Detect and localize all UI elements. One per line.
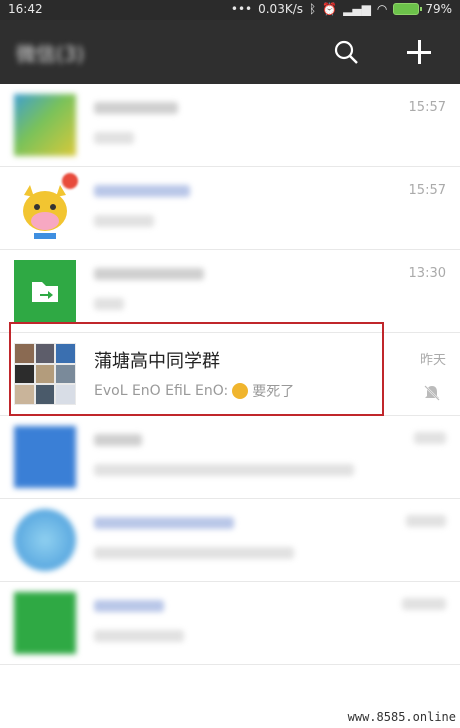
chat-row[interactable] [0, 499, 460, 582]
preview-sender: EvoL EnO EfiL EnO: [94, 383, 229, 399]
battery-icon [393, 3, 423, 15]
chat-preview-blurred [94, 298, 124, 314]
chat-row[interactable] [0, 582, 460, 665]
chat-name-blurred [94, 596, 164, 617]
alarm-icon: ⏰ [322, 2, 338, 16]
chat-preview-blurred [94, 215, 154, 231]
top-bar: 微信(3) [0, 20, 460, 84]
chat-row[interactable]: 13:30 [0, 250, 460, 333]
plus-icon[interactable] [405, 38, 433, 66]
chat-preview-blurred [94, 132, 134, 148]
chat-preview-blurred [94, 630, 184, 646]
status-bar: 16:42 ••• 0.03K/s ᛒ ⏰ ▂▄▆ ◠ 79% [0, 0, 460, 20]
emoji-icon [232, 383, 249, 399]
chat-preview: EvoL EnO EfiL EnO: 要死了 [94, 381, 294, 401]
folder-arrow-icon [32, 282, 58, 302]
chat-preview-blurred [94, 547, 294, 563]
avatar [14, 509, 76, 571]
chat-time: 昨天 [419, 353, 446, 368]
chat-time: 15:57 [408, 100, 446, 115]
chat-row[interactable]: 15:57 [0, 167, 460, 250]
chat-time-blurred [406, 515, 446, 531]
search-icon[interactable] [333, 39, 359, 65]
status-icons: ••• 0.03K/s ᛒ ⏰ ▂▄▆ ◠ 79% [231, 2, 452, 16]
battery-percent: 79% [425, 2, 452, 16]
unread-badge [62, 173, 78, 189]
chat-name-blurred [94, 181, 190, 202]
muted-bell-icon [424, 385, 440, 401]
member-avatar [35, 364, 55, 384]
group-avatar [14, 343, 76, 405]
chat-name-blurred [94, 430, 142, 451]
chat-name-blurred [94, 513, 234, 534]
chat-name-blurred [94, 264, 204, 285]
chat-row-group[interactable]: 蒲塘高中同学群 EvoL EnO EfiL EnO: 要死了 昨天 [0, 333, 460, 416]
avatar [14, 426, 76, 488]
preview-text: 要死了 [252, 384, 295, 400]
net-speed: 0.03K/s [258, 2, 303, 16]
file-transfer-avatar [14, 260, 76, 322]
chat-time-blurred [414, 432, 446, 448]
chat-row[interactable] [0, 416, 460, 499]
member-avatar [15, 344, 34, 363]
chat-name: 蒲塘高中同学群 [94, 351, 220, 372]
bluetooth-icon: ᛒ [309, 2, 317, 16]
chat-row[interactable]: 15:57 [0, 84, 460, 167]
member-avatar [35, 344, 55, 363]
chat-preview-blurred [94, 464, 354, 480]
chat-time-blurred [402, 598, 446, 614]
member-avatar [56, 344, 75, 363]
chat-name-blurred [94, 98, 178, 119]
more-dots: ••• [230, 2, 253, 16]
member-avatar [15, 385, 34, 404]
watermark: www.8585.online [347, 710, 456, 724]
member-avatar [56, 364, 75, 384]
chat-time: 13:30 [408, 266, 446, 281]
chat-time: 15:57 [408, 183, 446, 198]
signal-icon: ▂▄▆ [343, 2, 371, 16]
member-avatar [56, 385, 75, 404]
chat-list: 15:57 15:57 13:30 蒲塘高中同学群 EvoL EnO EfiL … [0, 84, 460, 665]
member-avatar [15, 364, 34, 384]
avatar [14, 94, 76, 156]
wifi-icon: ◠ [376, 2, 388, 16]
app-title[interactable]: 微信(3) [16, 38, 84, 67]
status-time: 16:42 [8, 2, 43, 16]
avatar [14, 592, 76, 654]
member-avatar [35, 385, 55, 404]
